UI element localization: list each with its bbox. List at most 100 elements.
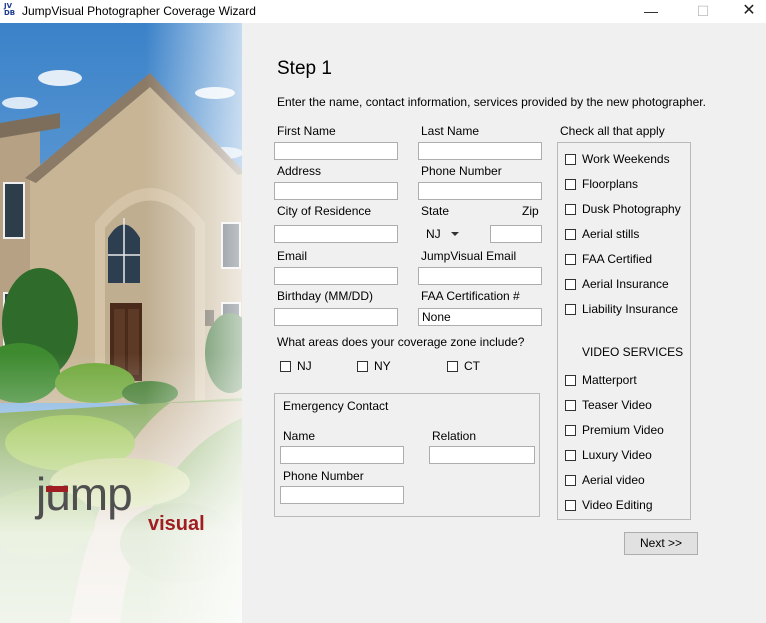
phone-label: Phone Number bbox=[421, 164, 502, 178]
emergency-relation-label: Relation bbox=[432, 429, 477, 443]
last-name-field[interactable] bbox=[418, 142, 542, 160]
service-label: FAA Certified bbox=[582, 252, 653, 266]
checkbox-box[interactable] bbox=[565, 253, 576, 265]
birthday-label: Birthday (MM/DD) bbox=[277, 289, 374, 303]
checkbox-box[interactable] bbox=[565, 228, 576, 240]
service-label: Aerial Insurance bbox=[582, 277, 669, 291]
service-premium-video[interactable]: Premium Video bbox=[565, 423, 664, 437]
step-title: Step 1 bbox=[277, 58, 332, 79]
coverage-ny-checkbox[interactable]: NY bbox=[357, 359, 391, 373]
state-dropdown[interactable]: NJ bbox=[426, 227, 459, 241]
house-illustration bbox=[0, 23, 242, 623]
checkbox-box[interactable] bbox=[565, 499, 576, 511]
phone-field[interactable] bbox=[418, 182, 542, 200]
checkbox-box[interactable] bbox=[565, 449, 576, 461]
service-teaser-video[interactable]: Teaser Video bbox=[565, 398, 652, 412]
close-button[interactable]: ✕ bbox=[726, 0, 766, 23]
service-label: Dusk Photography bbox=[582, 202, 681, 216]
emergency-name-label: Name bbox=[283, 429, 316, 443]
checkbox-box[interactable] bbox=[565, 153, 576, 165]
service-label: Aerial video bbox=[582, 473, 645, 487]
first-name-label: First Name bbox=[277, 124, 336, 138]
address-field[interactable] bbox=[274, 182, 398, 200]
coverage-ct-label: CT bbox=[464, 359, 480, 373]
birthday-field[interactable] bbox=[274, 308, 398, 326]
checkbox-box[interactable] bbox=[565, 399, 576, 411]
checkbox-box[interactable] bbox=[280, 360, 291, 372]
service-label: Aerial stills bbox=[582, 227, 640, 241]
service-liability-insurance[interactable]: Liability Insurance bbox=[565, 302, 678, 316]
checkbox-box[interactable] bbox=[447, 360, 458, 372]
wizard-content: Step 1 Enter the name, contact informati… bbox=[242, 23, 766, 623]
video-services-header: VIDEO SERVICES bbox=[582, 345, 684, 359]
city-field[interactable] bbox=[274, 225, 398, 243]
checkbox-box[interactable] bbox=[565, 474, 576, 486]
service-label: Premium Video bbox=[582, 423, 664, 437]
service-label: Work Weekends bbox=[582, 152, 670, 166]
logo-visual: visual bbox=[148, 513, 205, 535]
coverage-nj-label: NJ bbox=[297, 359, 312, 373]
service-faa-certified[interactable]: FAA Certified bbox=[565, 252, 652, 266]
state-label: State bbox=[421, 204, 450, 218]
app-icon-bottom: DB bbox=[4, 9, 16, 17]
service-label: Luxury Video bbox=[582, 448, 652, 462]
faa-field[interactable]: None bbox=[418, 308, 542, 326]
service-aerial-insurance[interactable]: Aerial Insurance bbox=[565, 277, 669, 291]
email-label: Email bbox=[277, 249, 308, 263]
coverage-question: What areas does your coverage zone inclu… bbox=[277, 335, 525, 349]
zip-label: Zip bbox=[522, 204, 539, 218]
zip-field[interactable] bbox=[490, 225, 542, 243]
service-video-editing[interactable]: Video Editing bbox=[565, 498, 653, 512]
title-bar: JV DB JumpVisual Photographer Coverage W… bbox=[0, 0, 766, 23]
emergency-phone-field[interactable] bbox=[280, 486, 404, 504]
last-name-label: Last Name bbox=[421, 124, 480, 138]
checkbox-box[interactable] bbox=[565, 278, 576, 290]
email-field[interactable] bbox=[274, 267, 398, 285]
state-dropdown-value: NJ bbox=[426, 227, 441, 241]
service-aerial-video[interactable]: Aerial video bbox=[565, 473, 645, 487]
coverage-nj-checkbox[interactable]: NJ bbox=[280, 359, 312, 373]
first-name-field[interactable] bbox=[274, 142, 398, 160]
emergency-name-field[interactable] bbox=[280, 446, 404, 464]
service-luxury-video[interactable]: Luxury Video bbox=[565, 448, 652, 462]
checkbox-box[interactable] bbox=[357, 360, 368, 372]
emergency-relation-field[interactable] bbox=[429, 446, 535, 464]
app-icon: JV DB bbox=[4, 3, 18, 19]
emergency-title: Emergency Contact bbox=[283, 399, 389, 413]
jv-email-field[interactable] bbox=[418, 267, 542, 285]
service-label: Matterport bbox=[582, 373, 637, 387]
coverage-ct-checkbox[interactable]: CT bbox=[447, 359, 480, 373]
checkbox-box[interactable] bbox=[565, 178, 576, 190]
logo-bar bbox=[46, 486, 68, 492]
emergency-phone-label: Phone Number bbox=[283, 469, 364, 483]
chevron-down-icon bbox=[450, 232, 459, 236]
maximize-button[interactable]: ☐ bbox=[680, 0, 726, 23]
logo-jump: jump bbox=[36, 468, 133, 520]
city-label: City of Residence bbox=[277, 204, 372, 218]
address-label: Address bbox=[277, 164, 322, 178]
service-matterport[interactable]: Matterport bbox=[565, 373, 637, 387]
service-label: Liability Insurance bbox=[582, 302, 679, 316]
checkbox-box[interactable] bbox=[565, 424, 576, 436]
checkbox-box[interactable] bbox=[565, 203, 576, 215]
services-group: Work Weekends Floorplans Dusk Photograph… bbox=[557, 142, 691, 520]
service-label: Video Editing bbox=[582, 498, 653, 512]
service-aerial-stills[interactable]: Aerial stills bbox=[565, 227, 639, 241]
minimize-button[interactable]: — bbox=[628, 0, 674, 23]
service-floorplans[interactable]: Floorplans bbox=[565, 177, 638, 191]
services-header: Check all that apply bbox=[560, 124, 665, 138]
service-work-weekends[interactable]: Work Weekends bbox=[565, 152, 670, 166]
jv-email-label: JumpVisual Email bbox=[421, 249, 517, 263]
window-title: JumpVisual Photographer Coverage Wizard bbox=[22, 4, 256, 18]
coverage-ny-label: NY bbox=[374, 359, 391, 373]
house-photo: jump visual bbox=[0, 23, 242, 623]
service-dusk-photography[interactable]: Dusk Photography bbox=[565, 202, 681, 216]
next-button[interactable]: Next >> bbox=[624, 532, 698, 555]
checkbox-box[interactable] bbox=[565, 303, 576, 315]
service-label: Floorplans bbox=[582, 177, 639, 191]
emergency-contact-group: Emergency Contact Name Relation Phone Nu… bbox=[274, 393, 540, 517]
step-intro: Enter the name, contact information, ser… bbox=[277, 95, 706, 109]
checkbox-box[interactable] bbox=[565, 374, 576, 386]
service-label: Teaser Video bbox=[582, 398, 652, 412]
faa-label: FAA Certification # bbox=[421, 289, 520, 303]
